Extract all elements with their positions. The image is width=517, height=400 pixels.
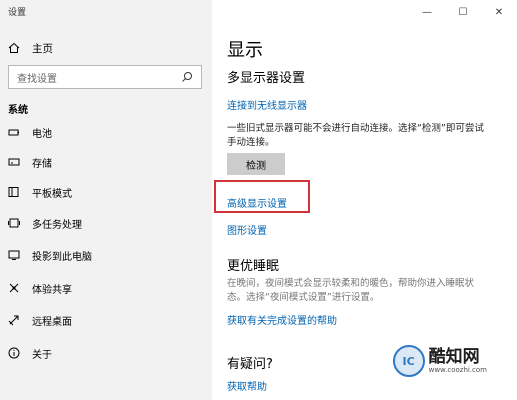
search-input[interactable]: 查找设置: [8, 65, 202, 89]
tablet-mode-icon: [8, 186, 20, 198]
sidebar-item-label: 体验共享: [32, 284, 72, 296]
remote-desktop-icon: [8, 314, 20, 326]
project-icon: [8, 249, 20, 261]
sidebar-item-shared-experiences[interactable]: 体验共享: [8, 279, 72, 297]
advanced-display-settings-link[interactable]: 高级显示设置: [227, 195, 287, 210]
sidebar-item-tablet-mode[interactable]: 平板模式: [8, 183, 72, 201]
detect-description-line1: 一些旧式显示器可能不会进行自动连接。选择“检测”即可尝试: [227, 123, 484, 134]
sidebar-item-battery[interactable]: 电池: [8, 123, 52, 141]
faq-heading: 有疑问?: [227, 357, 273, 372]
night-light-description: 在晚间，夜间模式会显示较柔和的暖色，帮助你进入睡眠状 态。选择“夜间模式设置”进…: [227, 277, 512, 305]
sidebar-item-storage[interactable]: 存储: [8, 153, 52, 171]
home-icon: [8, 42, 20, 54]
shared-experiences-icon: [8, 282, 20, 294]
storage-icon: [8, 156, 20, 168]
watermark-logo-icon: IC: [392, 345, 425, 377]
sidebar-item-project[interactable]: 投影到此电脑: [8, 246, 92, 264]
get-help-link[interactable]: 获取帮助: [227, 378, 267, 393]
watermark: IC 酷知网 www.coozhi.com: [392, 345, 487, 377]
detect-button[interactable]: 检测: [227, 153, 285, 175]
search-icon[interactable]: [181, 71, 193, 83]
sidebar-item-label: 关于: [32, 349, 52, 361]
sidebar-item-remote-desktop[interactable]: 远程桌面: [8, 311, 72, 329]
page-title: 显示: [227, 40, 263, 61]
better-sleep-heading: 更优睡眠: [227, 259, 280, 274]
home-nav-item[interactable]: 主页: [8, 39, 53, 57]
maximize-button[interactable]: ☐: [445, 0, 481, 24]
settings-window: 设置 主页 查找设置 系统 电池 存储 平板模式 多任务处理 投影到此电脑 体验…: [0, 0, 517, 400]
search-placeholder: 查找设置: [17, 73, 57, 85]
night-light-description-line1: 在晚间，夜间模式会显示较柔和的暖色，帮助你进入睡眠状: [227, 278, 475, 289]
sidebar-item-label: 平板模式: [32, 188, 72, 200]
close-button[interactable]: ✕: [481, 0, 517, 24]
detect-description-line2: 手动连接。: [227, 137, 275, 148]
sidebar-item-label: 多任务处理: [32, 219, 82, 231]
minimize-button[interactable]: —: [409, 0, 445, 24]
sidebar-item-label: 远程桌面: [32, 316, 72, 328]
connect-wireless-display-link[interactable]: 连接到无线显示器: [227, 97, 307, 112]
window-controls: — ☐ ✕: [409, 0, 517, 24]
sidebar-item-label: 投影到此电脑: [32, 251, 92, 263]
battery-icon: [8, 126, 20, 138]
sidebar-item-about[interactable]: 关于: [8, 344, 52, 362]
sidebar-item-multitasking[interactable]: 多任务处理: [8, 214, 82, 232]
watermark-text: 酷知网 www.coozhi.com: [429, 348, 487, 374]
sidebar-item-label: 存储: [32, 158, 52, 170]
graphics-settings-link[interactable]: 图形设置: [227, 222, 267, 237]
window-title: 设置: [8, 8, 27, 18]
info-icon: [8, 347, 20, 359]
sidebar-item-label: 电池: [32, 128, 52, 140]
sidebar: 设置 主页 查找设置 系统 电池 存储 平板模式 多任务处理 投影到此电脑 体验…: [0, 0, 212, 400]
multi-display-heading: 多显示器设置: [227, 71, 306, 86]
main-content: — ☐ ✕ 显示 多显示器设置 连接到无线显示器 一些旧式显示器可能不会进行自动…: [212, 0, 517, 400]
section-label-system: 系统: [8, 105, 28, 116]
watermark-url: www.coozhi.com: [428, 366, 487, 374]
home-label: 主页: [32, 42, 53, 55]
multitasking-icon: [8, 217, 20, 229]
night-light-description-line2: 态。选择“夜间模式设置”进行设置。: [227, 292, 380, 303]
detect-description: 一些旧式显示器可能不会进行自动连接。选择“检测”即可尝试 手动连接。: [227, 122, 512, 150]
setup-help-link[interactable]: 获取有关完成设置的帮助: [227, 312, 337, 327]
watermark-brand: 酷知网: [428, 347, 480, 367]
